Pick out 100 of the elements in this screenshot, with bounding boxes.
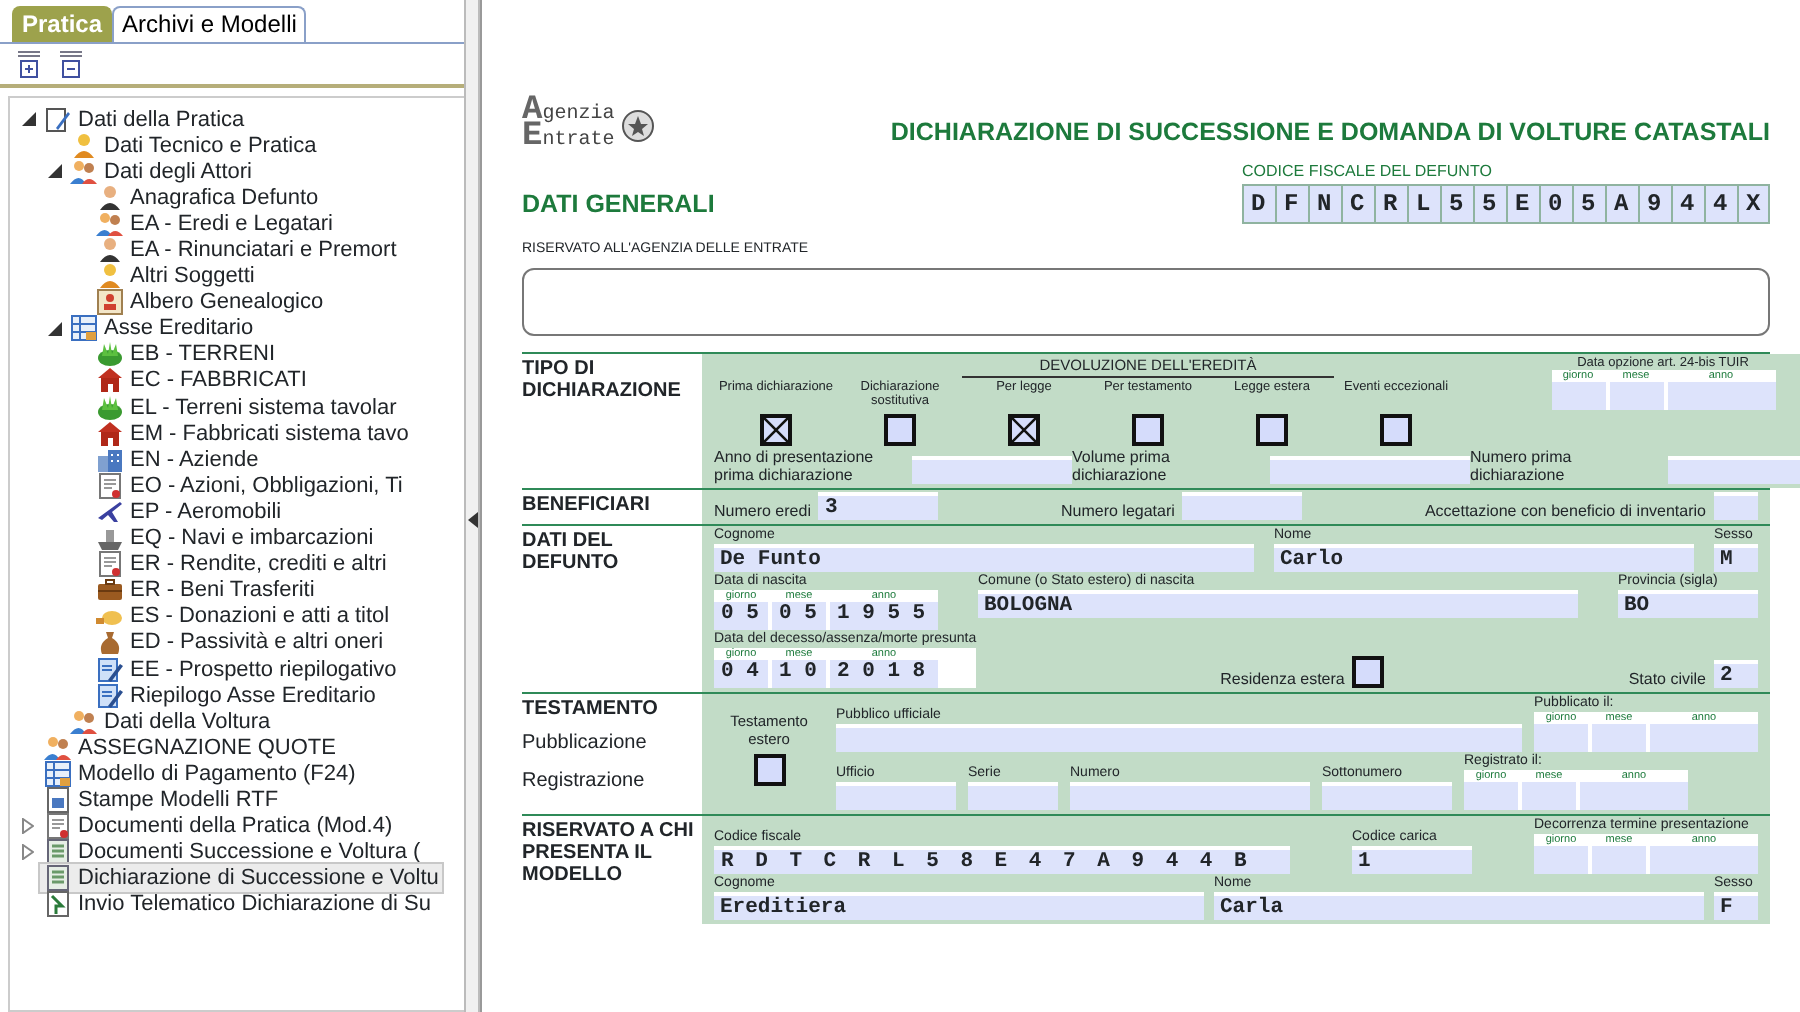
collapsed-toggle-icon[interactable]: [22, 818, 34, 835]
input-field[interactable]: 1955: [830, 601, 938, 629]
input-field[interactable]: DFNCRL55E05A944X: [1242, 184, 1770, 224]
input-field[interactable]: [1650, 723, 1758, 751]
collapse-arrow-icon[interactable]: [467, 512, 477, 528]
person-icon: [70, 131, 98, 160]
checkbox[interactable]: [884, 413, 916, 445]
document-arrow-icon: [44, 890, 72, 919]
input-field[interactable]: [1070, 781, 1310, 809]
certificate-icon: [96, 471, 124, 500]
input-field[interactable]: Ereditiera: [714, 891, 1204, 919]
expanded-toggle-icon[interactable]: [21, 112, 35, 127]
input-field[interactable]: F: [1714, 891, 1758, 919]
input-field[interactable]: [1713, 491, 1758, 519]
tab[interactable]: Archivi e Modelli: [112, 6, 307, 42]
input-field[interactable]: 3: [818, 491, 939, 519]
field-label: Numero legatari: [1061, 501, 1175, 519]
input-field[interactable]: [968, 781, 1058, 809]
input-field[interactable]: 2: [1714, 659, 1758, 687]
document-pencil-icon: [96, 681, 124, 710]
input-field[interactable]: BO: [1618, 589, 1758, 617]
input-field[interactable]: [1522, 781, 1576, 809]
text-area[interactable]: [522, 267, 1770, 335]
checkbox[interactable]: [760, 413, 792, 445]
tree-item[interactable]: Dichiarazione di Successione e Voltu: [38, 862, 445, 895]
input-field[interactable]: [1592, 845, 1646, 873]
input-field[interactable]: 04: [714, 659, 768, 687]
section-heading: DATI GENERALI: [522, 188, 715, 223]
expanded-toggle-icon[interactable]: [47, 321, 61, 336]
collapsed-toggle-icon[interactable]: [22, 844, 34, 861]
field-label: Residenza estera: [1220, 669, 1345, 687]
tree-item[interactable]: Documenti della Pratica (Mod.4): [38, 810, 399, 843]
plant-icon: [96, 393, 124, 422]
checkbox[interactable]: [753, 753, 785, 785]
plane-icon: [96, 497, 124, 526]
input-field[interactable]: [1464, 781, 1518, 809]
field-label: Volume prima dichiarazione: [1072, 447, 1172, 483]
input-field[interactable]: M: [1714, 543, 1758, 571]
boat-icon: [96, 524, 124, 553]
document-pencil-icon: [96, 655, 124, 684]
checkbox[interactable]: [1352, 655, 1385, 687]
table-icon: [44, 759, 72, 788]
section-title: BENEFICIARI: [522, 493, 652, 515]
input-field[interactable]: [912, 455, 1072, 483]
house-icon: [96, 419, 124, 448]
input-field[interactable]: [1551, 382, 1605, 410]
checkbox[interactable]: [1132, 413, 1164, 445]
sheet-icon: [44, 838, 72, 867]
input-field[interactable]: [1650, 845, 1758, 873]
input-field[interactable]: [1667, 382, 1775, 410]
input-field[interactable]: 05: [714, 601, 768, 629]
field-label: Stato civile: [1628, 669, 1706, 687]
input-field[interactable]: [836, 781, 956, 809]
collapse-all-icon[interactable]: [58, 50, 84, 78]
input-field[interactable]: [1592, 723, 1646, 751]
input-field[interactable]: [1322, 781, 1452, 809]
input-field[interactable]: 10: [772, 659, 826, 687]
input-field[interactable]: Carlo: [1274, 543, 1694, 571]
input-field[interactable]: [1270, 455, 1470, 483]
input-field[interactable]: [1580, 781, 1688, 809]
family-tree-icon: [96, 288, 124, 317]
row-label: Registrazione: [522, 767, 647, 795]
input-field[interactable]: [1534, 723, 1588, 751]
expanded-toggle-icon[interactable]: [47, 164, 61, 179]
input-field[interactable]: De Funto: [714, 543, 1254, 571]
field-label: Anno di presentazione prima dichiarazione: [714, 447, 876, 483]
plant-icon: [96, 340, 124, 369]
input-field[interactable]: BOLOGNA: [978, 589, 1578, 617]
briefcase-icon: [96, 576, 124, 605]
person-icon: [96, 183, 124, 212]
input-field[interactable]: [1182, 491, 1303, 519]
emblem-icon: [622, 110, 655, 142]
expand-all-icon[interactable]: [16, 50, 42, 78]
input-field[interactable]: RDTCRL58E47A944B: [714, 845, 1290, 873]
field-label: CODICE FISCALE DEL DEFUNTO: [1242, 160, 1494, 184]
checkbox[interactable]: [1008, 413, 1040, 445]
section-title: DATI DEL DEFUNTO: [522, 529, 621, 573]
section-title: TESTAMENTO: [522, 697, 660, 719]
form-title: DICHIARAZIONE DI SUCCESSIONE E DOMANDA DI VOLTURE CATASTALI: [890, 116, 1770, 151]
document-pencil-icon: [44, 105, 72, 134]
checkbox[interactable]: [1380, 413, 1412, 445]
checkbox[interactable]: [1256, 413, 1288, 445]
person-icon: [96, 262, 124, 291]
input-field[interactable]: Carla: [1214, 891, 1704, 919]
input-field[interactable]: 1: [1352, 845, 1472, 873]
input-field[interactable]: [1534, 845, 1588, 873]
people-icon: [44, 733, 72, 762]
person-icon: [96, 236, 124, 265]
document-icon: [44, 785, 72, 814]
people-icon: [70, 157, 98, 186]
input-field[interactable]: [836, 723, 1522, 751]
field-label: Numero eredi: [714, 501, 811, 519]
table-icon: [70, 314, 98, 343]
input-field[interactable]: 2018: [830, 659, 938, 687]
field-label: Accettazione con beneficio di inventario: [1424, 501, 1706, 519]
section-title: TIPO DI DICHIARAZIONE: [522, 357, 683, 401]
sack-icon: [96, 628, 124, 657]
row-label: Pubblicazione: [522, 729, 649, 757]
input-field[interactable]: 05: [772, 601, 826, 629]
input-field[interactable]: [1609, 382, 1663, 410]
